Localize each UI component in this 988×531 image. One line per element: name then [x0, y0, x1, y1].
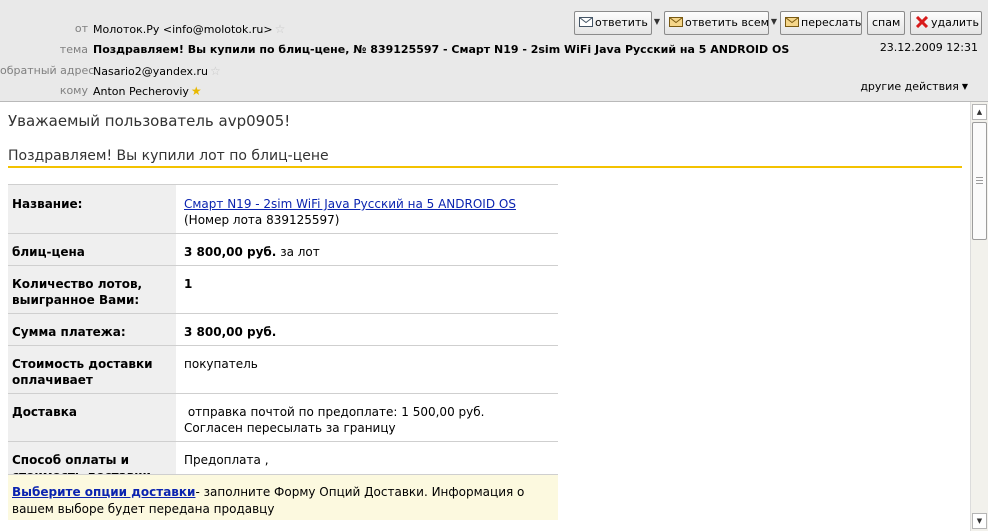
chevron-down-icon: ▼ — [961, 82, 968, 91]
row-label: Доставка — [12, 405, 77, 419]
star-icon[interactable]: ☆ — [275, 22, 286, 36]
scroll-down-arrow-icon[interactable]: ▼ — [972, 513, 987, 529]
from-value[interactable]: Молоток.Ру <info@molotok.ru> ☆ — [93, 20, 285, 39]
subject-value: Поздравляем! Вы купили по блиц-цене, № 8… — [93, 43, 790, 56]
message-header: от Молоток.Ру <info@molotok.ru> ☆ тема По… — [0, 0, 988, 102]
message-date: 23.12.2009 12:31 — [879, 41, 978, 54]
star-icon[interactable]: ☆ — [210, 64, 221, 78]
reply-to-label: обратный адрес — [0, 64, 95, 77]
delivery-abroad: Согласен пересылать за границу — [184, 421, 396, 435]
reply-all-button[interactable]: ответить всем — [664, 11, 769, 35]
reply-all-dropdown-chevron-down-icon[interactable]: ▼ — [769, 11, 779, 35]
row-label: блиц-цена — [12, 245, 85, 259]
lot-number: (Номер лота 839125597) — [184, 213, 340, 227]
row-label: Количество лотов, выигранное Вами: — [12, 277, 143, 307]
delivery-method: отправка почтой по предоплате: 1 500,00 … — [184, 405, 485, 419]
vertical-scrollbar[interactable]: ▲ ▼ — [970, 102, 988, 531]
heading-divider — [8, 166, 962, 168]
lot-details-table: Название: Смарт N19 - 2sim WiFi Java Рус… — [8, 184, 558, 489]
table-row: Стоимость доставки оплачивает покупатель — [8, 345, 558, 394]
reply-dropdown-chevron-down-icon[interactable]: ▼ — [652, 11, 662, 35]
table-row: Количество лотов, выигранное Вами: 1 — [8, 265, 558, 314]
payment-method: Предоплата , — [184, 453, 269, 467]
delivery-options-notice: Выберите опции доставки- заполните Форму… — [8, 474, 558, 520]
delete-icon — [915, 16, 929, 28]
from-label: от — [74, 22, 88, 35]
forward-icon — [785, 17, 799, 27]
lot-title-link[interactable]: Смарт N19 - 2sim WiFi Java Русский на 5 … — [184, 197, 516, 211]
spam-button[interactable]: спам — [867, 11, 905, 35]
payment-sum: 3 800,00 руб. — [184, 325, 277, 339]
subject-label: тема — [59, 43, 88, 56]
lot-count: 1 — [184, 277, 193, 291]
shipping-payer: покупатель — [184, 357, 258, 371]
reply-to-value[interactable]: Nasario2@yandex.ru ☆ — [93, 62, 221, 81]
table-row: Сумма платежа: 3 800,00 руб. — [8, 313, 558, 346]
forward-button[interactable]: переслать — [780, 11, 862, 35]
star-icon[interactable]: ★ — [191, 84, 202, 98]
reply-all-icon — [669, 17, 683, 27]
reply-icon — [579, 17, 593, 27]
row-label: Стоимость доставки оплачивает — [12, 357, 153, 387]
blitz-price: 3 800,00 руб. — [184, 245, 277, 259]
greeting: Уважаемый пользователь avp0905! — [8, 112, 291, 130]
scrollbar-thumb[interactable] — [972, 122, 987, 240]
congrats-heading: Поздравляем! Вы купили лот по блиц-цене — [8, 148, 329, 164]
to-label: кому — [59, 84, 88, 97]
delivery-options-link[interactable]: Выберите опции доставки — [12, 485, 195, 499]
scroll-up-arrow-icon[interactable]: ▲ — [972, 104, 987, 120]
delete-button[interactable]: удалить — [910, 11, 982, 35]
table-row: Название: Смарт N19 - 2sim WiFi Java Рус… — [8, 184, 558, 234]
row-label: Название: — [12, 197, 83, 211]
to-value[interactable]: Anton Pecheroviy ★ — [93, 82, 202, 101]
table-row: блиц-цена 3 800,00 руб. за лот — [8, 233, 558, 266]
row-label: Сумма платежа: — [12, 325, 126, 339]
message-body: Уважаемый пользователь avp0905! Поздравл… — [0, 102, 970, 531]
reply-button[interactable]: ответить — [574, 11, 652, 35]
other-actions-menu[interactable]: другие действия ▼ — [860, 80, 968, 93]
table-row: Доставка отправка почтой по предоплате: … — [8, 393, 558, 442]
